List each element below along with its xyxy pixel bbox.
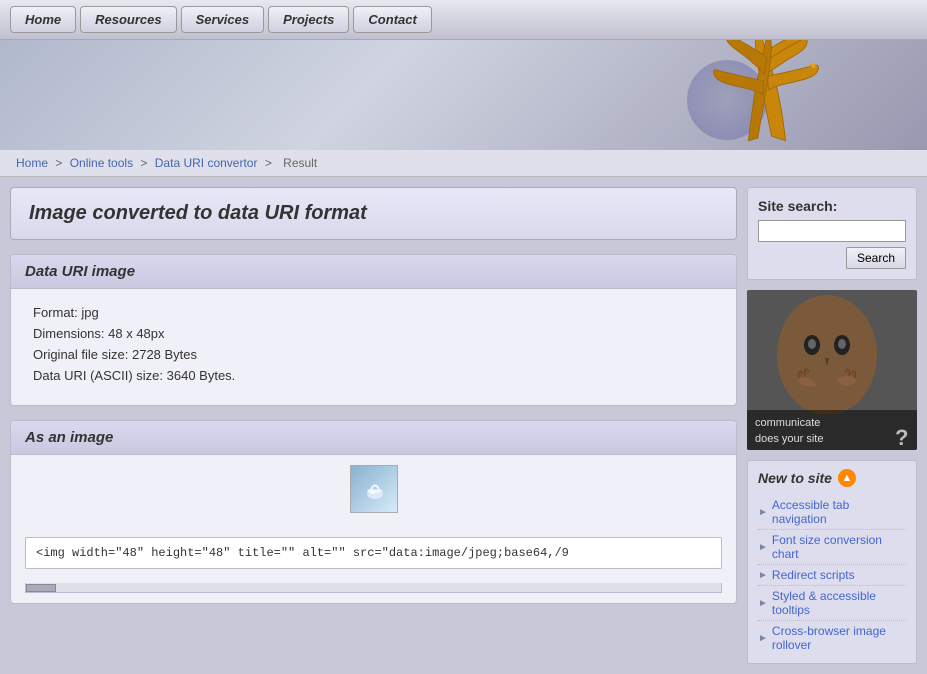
new-to-site-arrow-icon: ▲ <box>838 469 856 487</box>
ad-image: communicate does your site ? <box>747 290 917 450</box>
new-item-link-0[interactable]: ► Accessible tab navigation <box>758 498 906 526</box>
breadcrumb-sep-3: > <box>265 156 275 170</box>
new-item-link-2[interactable]: ► Redirect scripts <box>758 568 906 582</box>
format-line: Format: jpg <box>33 305 714 320</box>
new-item-link-1[interactable]: ► Font size conversion chart <box>758 533 906 561</box>
new-item-link-4[interactable]: ► Cross-browser image rollover <box>758 624 906 652</box>
breadcrumb-online-tools[interactable]: Online tools <box>70 156 133 170</box>
page-title-box: Image converted to data URI format <box>10 187 737 240</box>
main-layout: Image converted to data URI format Data … <box>0 177 927 674</box>
new-to-site-label: New to site <box>758 470 832 486</box>
breadcrumb-result: Result <box>283 156 317 170</box>
list-item: ► Cross-browser image rollover <box>758 621 906 655</box>
sidebar: Site search: Search <box>747 187 917 664</box>
code-scrollbar[interactable] <box>25 583 722 593</box>
bullet-icon-3: ► <box>758 598 768 609</box>
new-to-site-title: New to site ▲ <box>758 469 906 487</box>
header-banner <box>0 40 927 150</box>
breadcrumb-sep-1: > <box>55 156 65 170</box>
as-image-section: As an image <box>10 420 737 604</box>
search-box: Site search: Search <box>747 187 917 280</box>
nav-services-button[interactable]: Services <box>181 6 265 33</box>
ad-banner: communicate does your site ? <box>747 290 917 450</box>
svg-text:does your site: does your site <box>755 433 823 445</box>
bullet-icon-0: ► <box>758 507 768 518</box>
list-item: ► Accessible tab navigation <box>758 495 906 530</box>
nav-projects-button[interactable]: Projects <box>268 6 349 33</box>
breadcrumb-sep-2: > <box>140 156 150 170</box>
page-title: Image converted to data URI format <box>29 202 718 225</box>
image-thumb-svg <box>351 466 398 513</box>
code-content: <img width="48" height="48" title="" alt… <box>36 546 569 560</box>
format-label: Format: jpg <box>33 305 99 320</box>
data-uri-section: Data URI image Format: jpg Dimensions: 4… <box>10 254 737 406</box>
ascii-line: Data URI (ASCII) size: 3640 Bytes. <box>33 368 714 383</box>
image-preview-area <box>11 455 736 529</box>
top-nav: Home Resources Services Projects Contact <box>0 0 927 40</box>
scrollbar-thumb[interactable] <box>26 584 56 592</box>
search-button[interactable]: Search <box>846 247 906 269</box>
data-uri-header: Data URI image <box>11 255 736 289</box>
list-item: ► Font size conversion chart <box>758 530 906 565</box>
breadcrumb: Home > Online tools > Data URI convertor… <box>0 150 927 177</box>
search-label: Site search: <box>758 198 906 214</box>
bullet-icon-1: ► <box>758 542 768 553</box>
breadcrumb-data-uri[interactable]: Data URI convertor <box>155 156 258 170</box>
svg-text:communicate: communicate <box>755 417 820 429</box>
list-item: ► Styled & accessible tooltips <box>758 586 906 621</box>
new-item-link-3[interactable]: ► Styled & accessible tooltips <box>758 589 906 617</box>
bullet-icon-4: ► <box>758 633 768 644</box>
nav-home-button[interactable]: Home <box>10 6 76 33</box>
content-area: Image converted to data URI format Data … <box>10 187 737 664</box>
antler-icon <box>667 40 867 150</box>
search-input[interactable] <box>758 220 906 242</box>
data-uri-content: Format: jpg Dimensions: 48 x 48px Origin… <box>11 289 736 405</box>
as-image-header: As an image <box>11 421 736 455</box>
code-display[interactable]: <img width="48" height="48" title="" alt… <box>25 537 722 569</box>
nav-resources-button[interactable]: Resources <box>80 6 176 33</box>
nav-contact-button[interactable]: Contact <box>353 6 431 33</box>
image-thumbnail <box>350 465 398 513</box>
svg-text:?: ? <box>895 425 908 450</box>
filesize-line: Original file size: 2728 Bytes <box>33 347 714 362</box>
bullet-icon-2: ► <box>758 570 768 581</box>
dimensions-line: Dimensions: 48 x 48px <box>33 326 714 341</box>
new-to-site-box: New to site ▲ ► Accessible tab navigatio… <box>747 460 917 664</box>
new-to-site-list: ► Accessible tab navigation ► Font size … <box>758 495 906 655</box>
breadcrumb-home[interactable]: Home <box>16 156 48 170</box>
list-item: ► Redirect scripts <box>758 565 906 586</box>
